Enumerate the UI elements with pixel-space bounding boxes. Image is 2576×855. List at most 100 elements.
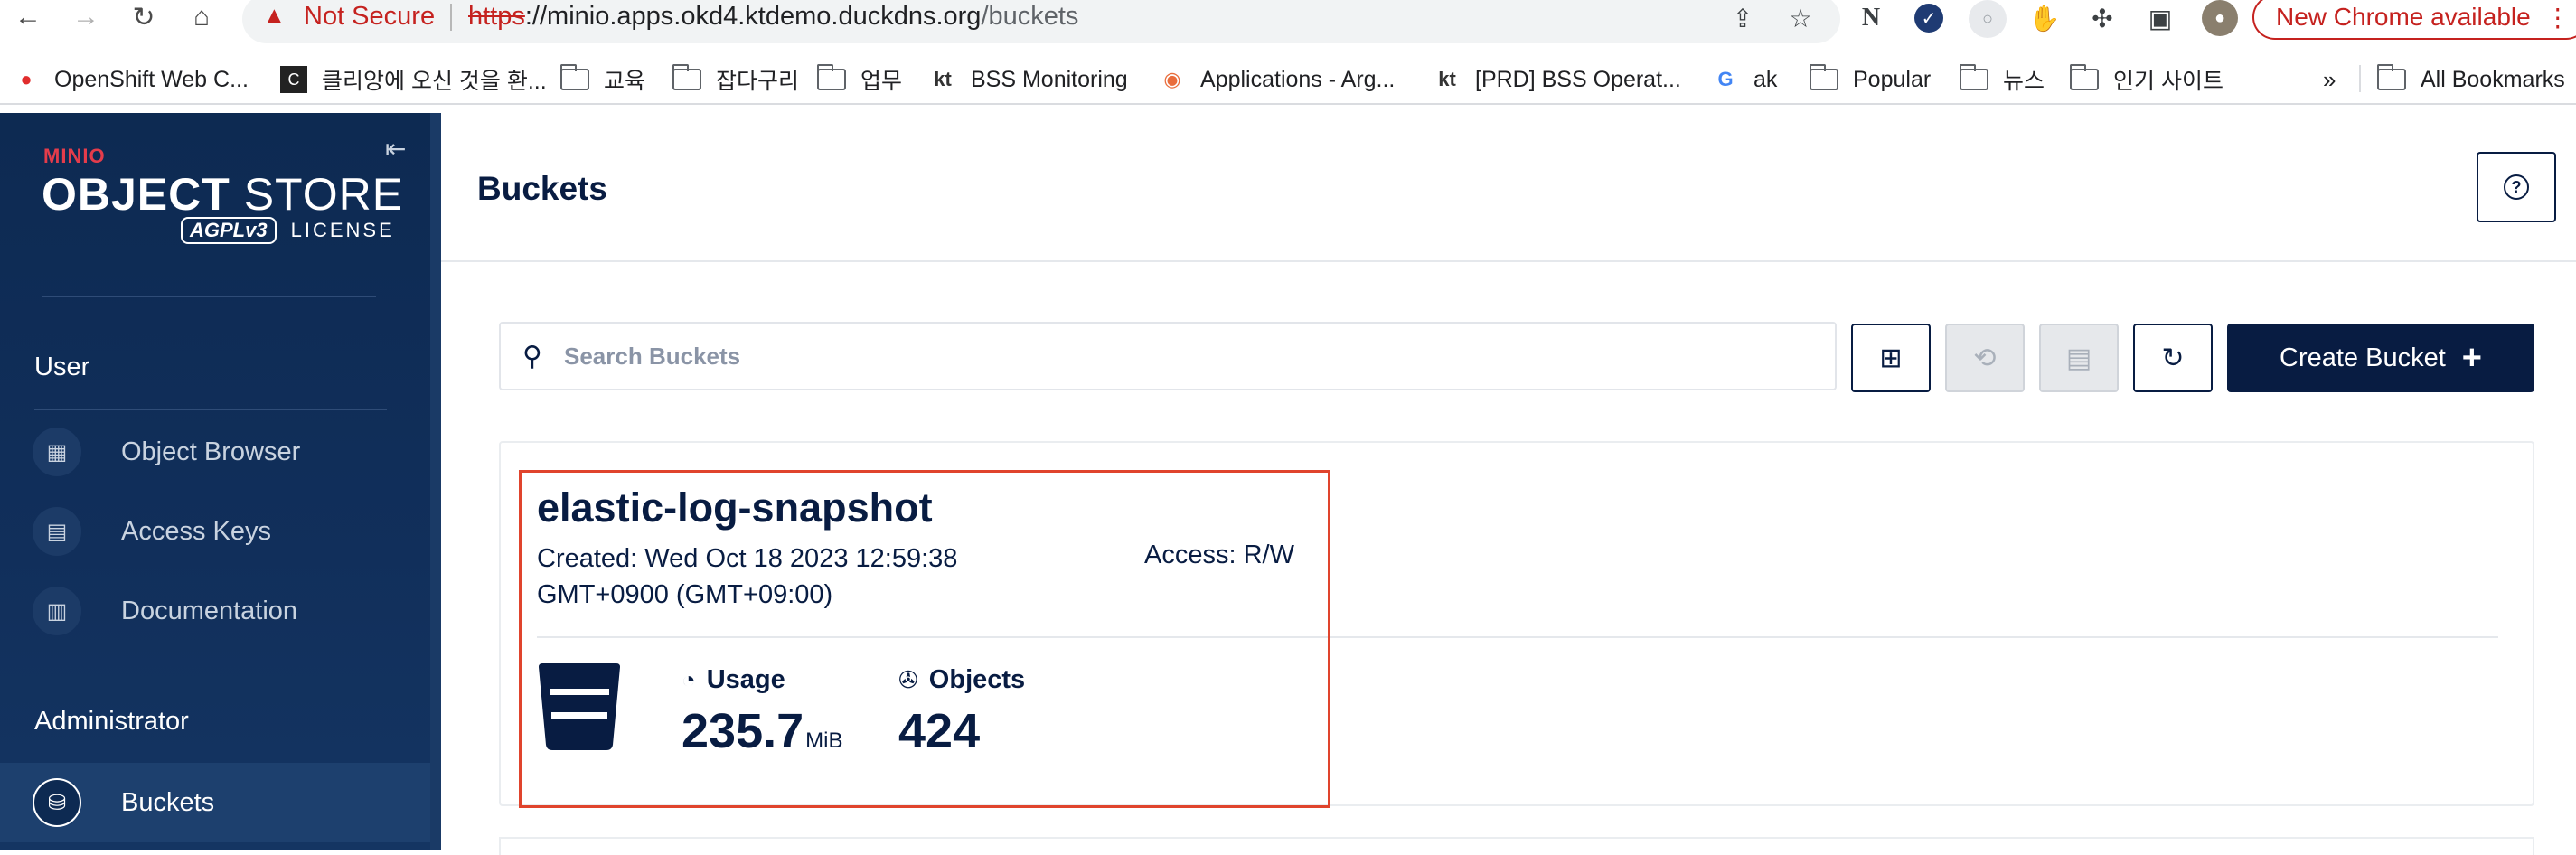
bookmark-openshift[interactable]: ● OpenShift Web C... — [13, 61, 249, 98]
side-panel-icon[interactable]: ▣ — [2144, 2, 2176, 34]
refresh-icon: ↻ — [2161, 343, 2185, 373]
bookmark-folder-work[interactable]: 업무 — [817, 61, 902, 98]
object-browser-icon: ▦ — [33, 428, 81, 476]
check-extension-icon[interactable]: ✓ — [1914, 4, 1943, 33]
openshift-icon: ● — [20, 68, 33, 90]
not-secure-label[interactable]: Not Secure — [304, 2, 435, 32]
sidebar-item-buckets[interactable]: ⛁ Buckets — [0, 763, 430, 842]
chrome-menu-icon: ⋮ — [2544, 3, 2571, 32]
usage-unit: MiB — [805, 728, 843, 753]
kt-icon: kt — [934, 68, 952, 90]
create-bucket-label: Create Bucket — [2280, 343, 2446, 372]
bookmark-label: [PRD] BSS Operat... — [1475, 66, 1681, 92]
page-header — [441, 113, 2576, 262]
sidebar-item-label: Access Keys — [121, 516, 271, 546]
replication-button[interactable]: ⟲ — [1945, 324, 2025, 392]
notion-extension-icon[interactable]: N — [1855, 2, 1887, 34]
sidebar-item-label: Documentation — [121, 596, 298, 625]
logo-title-rest: STORE — [230, 169, 404, 220]
bookmark-bss-monitoring[interactable]: kt BSS Monitoring — [929, 61, 1128, 98]
extensions-puzzle-icon[interactable]: ✣ — [2086, 2, 2119, 34]
sidebar-section-user: User — [34, 352, 90, 381]
bookmark-folder-news[interactable]: 뉴스 — [1960, 61, 2045, 98]
agpl-badge: AGPLv3 — [181, 217, 277, 244]
objects-label-text: Objects — [928, 665, 1026, 694]
chrome-update-button[interactable]: New Chrome available ⋮ — [2252, 0, 2576, 40]
collapse-sidebar-icon[interactable]: ⇤ — [385, 134, 406, 164]
folder-icon — [560, 64, 589, 90]
page-title: Buckets — [477, 170, 607, 207]
bucket-access: Access: R/W — [1144, 540, 1294, 569]
help-icon: ? — [2504, 174, 2529, 200]
access-keys-icon: ▤ — [33, 507, 81, 556]
search-input[interactable] — [564, 342, 1811, 371]
reload-icon[interactable]: ↻ — [128, 2, 159, 33]
google-icon: G — [1717, 68, 1734, 90]
sidebar-item-object-browser[interactable]: ▦ Object Browser — [0, 412, 430, 492]
bookmarks-overflow-button[interactable]: » — [2323, 61, 2336, 98]
forward-icon[interactable]: → — [71, 2, 101, 33]
help-button[interactable]: ? — [2477, 152, 2556, 222]
search-icon: ⚲ — [522, 341, 542, 371]
objects-label: ✇ Objects — [898, 665, 1025, 695]
usage-number: 235.7 — [682, 704, 804, 758]
url-path: /buckets — [981, 2, 1079, 31]
lifecycle-button[interactable]: ▤ — [2039, 324, 2119, 392]
url-text[interactable]: https://minio.apps.okd4.ktdemo.duckdns.o… — [468, 2, 1078, 32]
bookmark-label: 교육 — [604, 69, 646, 94]
refresh-button[interactable]: ↻ — [2133, 324, 2213, 392]
bucket-name[interactable]: elastic-log-snapshot — [537, 484, 933, 531]
create-bucket-button[interactable]: Create Bucket + — [2227, 324, 2534, 392]
bookmark-clien[interactable]: C 클리앙에 오신 것을 환... — [280, 61, 547, 98]
bookmark-folder-popular[interactable]: Popular — [1810, 61, 1931, 98]
pie-chart-icon: ◔ — [682, 666, 696, 693]
bookmark-folder-misc[interactable]: 잡다구리 — [672, 61, 799, 98]
bookmark-label: Applications - Arg... — [1200, 66, 1396, 92]
bookmark-label: Popular — [1853, 66, 1932, 92]
bookmark-label: 뉴스 — [2003, 69, 2045, 94]
plus-icon: + — [2461, 338, 2482, 377]
grid-icon: ⊞ — [1879, 343, 1903, 373]
sidebar-item-documentation[interactable]: ▥ Documentation — [0, 571, 430, 651]
bookmark-label: 잡다구리 — [716, 69, 800, 94]
url-scheme: https — [468, 2, 525, 31]
bookmark-folder-education[interactable]: 교육 — [560, 61, 645, 98]
sidebar-item-access-keys[interactable]: ▤ Access Keys — [0, 492, 430, 571]
lifecycle-icon: ▤ — [2065, 343, 2092, 373]
folder-icon — [2377, 64, 2406, 90]
objects-value: 424 — [898, 704, 981, 758]
all-bookmarks-button[interactable]: All Bookmarks — [2377, 61, 2565, 98]
argo-icon: ◉ — [1163, 68, 1181, 90]
objects-icon: ✇ — [898, 666, 918, 693]
bookmark-label: 클리앙에 오신 것을 환... — [322, 69, 547, 94]
share-icon[interactable]: ⇪ — [1726, 2, 1759, 34]
sidebar-item-label: Buckets — [121, 787, 215, 817]
warning-icon[interactable]: ▲ — [262, 2, 287, 30]
bookmark-argo-applications[interactable]: ◉ Applications - Arg... — [1159, 61, 1395, 98]
sidebar-scrollbar[interactable] — [430, 113, 441, 850]
bookmark-bss-operations[interactable]: kt [PRD] BSS Operat... — [1434, 61, 1681, 98]
adblock-extension-icon[interactable]: ✋ — [2028, 2, 2061, 34]
back-icon[interactable]: ← — [13, 2, 43, 33]
folder-icon — [2070, 64, 2099, 90]
url-host: ://minio.apps.okd4.ktdemo.duckdns.org — [524, 2, 982, 31]
search-box: ⚲ — [499, 322, 1837, 390]
bookmark-google-ak[interactable]: Gak — [1712, 61, 1777, 98]
home-icon[interactable]: ⌂ — [186, 2, 217, 33]
usage-label: ◔ Usage — [682, 665, 785, 695]
bookmark-label: BSS Monitoring — [971, 66, 1128, 92]
bookmark-star-icon[interactable]: ☆ — [1784, 2, 1817, 34]
browser-toolbar: ← → ↻ ⌂ ▲ Not Secure https://minio.apps.… — [0, 0, 2576, 43]
profile-avatar-icon[interactable]: ● — [2202, 0, 2238, 36]
replication-icon: ⟲ — [1973, 343, 1997, 373]
folder-icon — [1810, 64, 1838, 90]
sidebar-section-administrator: Administrator — [34, 707, 189, 736]
sidebar-section-divider — [34, 409, 387, 410]
blank-extension-icon[interactable]: ○ — [1969, 0, 2007, 38]
grid-view-button[interactable]: ⊞ — [1851, 324, 1931, 392]
object-store-logo: OBJECT STORE — [42, 168, 403, 221]
bookmark-label: All Bookmarks — [2421, 66, 2565, 92]
folder-icon — [817, 64, 846, 90]
bookmark-folder-popular-sites[interactable]: 인기 사이트 — [2070, 61, 2223, 98]
license-logo: AGPLv3 LICENSE — [181, 217, 395, 244]
